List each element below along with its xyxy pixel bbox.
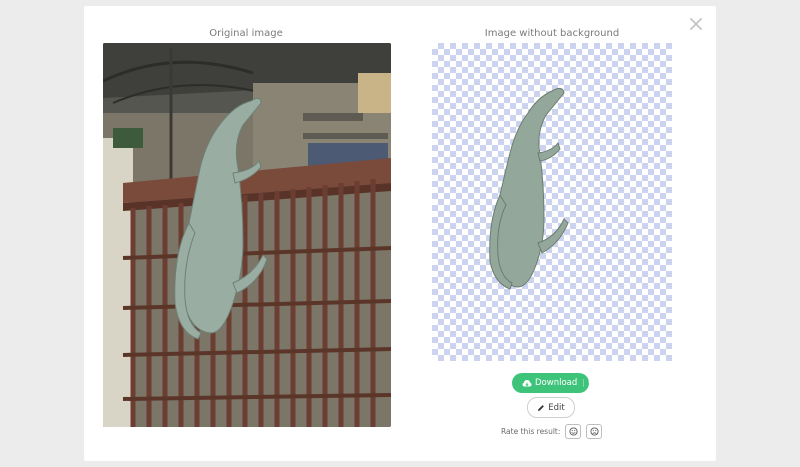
download-button[interactable]: Download ▾	[512, 373, 592, 393]
pencil-icon	[538, 404, 545, 411]
edit-label: Edit	[548, 402, 565, 413]
download-label: Download	[535, 378, 578, 388]
smile-icon	[569, 426, 578, 436]
edit-button[interactable]: Edit	[527, 397, 575, 418]
rate-good-button[interactable]	[565, 423, 582, 439]
rating-row: Rate this result:	[501, 423, 603, 439]
cloud-download-icon	[522, 379, 532, 386]
rating-label: Rate this result:	[501, 426, 561, 436]
download-options-caret[interactable]: ▾	[583, 379, 592, 387]
original-image	[103, 43, 391, 427]
original-image-title: Original image	[209, 28, 283, 39]
result-image	[432, 43, 672, 361]
rate-bad-button[interactable]	[586, 423, 603, 439]
frown-icon	[590, 426, 599, 436]
result-dialog: Original image Image without background	[84, 6, 716, 461]
result-image-title: Image without background	[484, 28, 620, 39]
